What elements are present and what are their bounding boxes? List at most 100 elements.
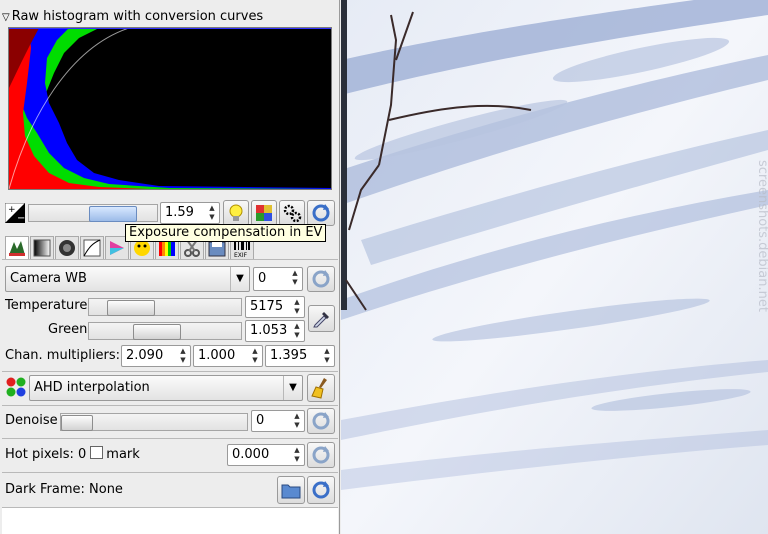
reset-hot-pixels-button[interactable] (307, 442, 335, 468)
smoothing-button[interactable] (307, 374, 335, 402)
spin-arrows-icon[interactable]: ▲ ▼ (292, 322, 302, 340)
temperature-spin[interactable]: 5175 ▲ ▼ (245, 296, 305, 318)
white-balance-icon (9, 241, 25, 256)
tab-lens[interactable] (55, 236, 79, 260)
temperature-label: Temperature (5, 298, 88, 313)
spin-arrows-icon[interactable]: ▲ ▼ (292, 412, 302, 430)
folder-icon (281, 484, 301, 499)
spin-arrows-icon[interactable]: ▲ ▼ (250, 347, 260, 365)
dark-frame-value: None (89, 482, 123, 497)
tab-grayscale[interactable] (30, 236, 54, 260)
interpolation-value: AHD interpolation (34, 380, 150, 395)
watermark-text: screenshots.debian.net (755, 160, 768, 312)
broom-icon (311, 378, 327, 399)
reset-exposure-button[interactable] (307, 200, 335, 226)
histogram-title: Raw histogram with conversion curves (11, 9, 264, 24)
lens-icon (59, 240, 75, 256)
temperature-value: 5175 (250, 299, 284, 314)
denoise-slider[interactable] (60, 413, 248, 431)
snow-photo: screenshots.debian.net (341, 0, 768, 534)
auto-exposure-button[interactable] (223, 200, 249, 226)
spin-arrows-icon[interactable]: ▲ ▼ (292, 298, 302, 316)
chan-b-spin[interactable]: 1.395 ▲ ▼ (265, 345, 335, 367)
dropdown-arrow-icon: ▼ (283, 376, 302, 400)
svg-text:−: − (17, 213, 25, 223)
load-dark-frame-button[interactable] (277, 476, 305, 504)
denoise-spin[interactable]: 0 ▲ ▼ (251, 410, 305, 432)
chan-g-value: 1.000 (198, 348, 236, 363)
spin-arrows-icon[interactable]: ▲ ▼ (292, 446, 302, 464)
color-grid-icon (256, 205, 272, 221)
refresh-icon (312, 446, 330, 464)
wb-preset-combo[interactable]: Camera WB ▼ (5, 266, 250, 292)
section-divider (2, 472, 338, 473)
spin-arrows-icon[interactable]: ▲ ▼ (207, 204, 217, 222)
green-spin[interactable]: 1.053 ▲ ▼ (245, 320, 305, 342)
svg-text:+: + (8, 205, 16, 215)
chan-g-spin[interactable]: 1.000 ▲ ▼ (193, 345, 263, 367)
mark-checkbox[interactable] (90, 446, 104, 459)
exposure-value: 1.59 (165, 205, 194, 220)
expander-triangle-icon: ▽ (2, 12, 10, 23)
exposure-icon: + − (4, 202, 26, 224)
gears-icon (283, 204, 302, 223)
dropdown-arrow-icon: ▼ (230, 267, 249, 291)
exposure-tooltip: Exposure compensation in EV (125, 224, 327, 242)
histogram-plot (9, 28, 331, 189)
green-slider[interactable] (88, 322, 242, 340)
hot-pixels-label: Hot pixels: 0 (5, 447, 87, 462)
spin-arrows-icon[interactable]: ▲ ▼ (178, 347, 188, 365)
dark-frame-label: Dark Frame: (5, 482, 85, 497)
spot-wb-button[interactable] (308, 305, 335, 332)
denoise-value: 0 (256, 413, 265, 428)
green-slider-knob[interactable] (133, 324, 181, 340)
refresh-icon (312, 412, 330, 430)
section-divider (2, 405, 338, 406)
refresh-icon (312, 204, 330, 222)
green-value: 1.053 (250, 323, 288, 338)
tab-base-curve[interactable] (80, 236, 104, 260)
exposure-slider[interactable] (28, 204, 158, 222)
dark-frame-row: Dark Frame: None (5, 480, 123, 500)
empty-area (2, 508, 338, 534)
spin-arrows-icon[interactable]: ▲ ▼ (290, 269, 300, 287)
control-panel: ▽ Raw histogram with conversion curves + −… (0, 0, 340, 534)
green-label: Green (48, 322, 88, 337)
denoise-slider-knob[interactable] (61, 415, 93, 431)
interpolation-combo[interactable]: AHD interpolation ▼ (29, 375, 303, 401)
reset-dark-frame-button[interactable] (307, 476, 335, 504)
hot-pixels-value: 0.000 (232, 447, 270, 462)
section-divider (2, 371, 338, 372)
tab-divider (2, 259, 338, 260)
denoise-label: Denoise (5, 413, 58, 428)
lightbulb-icon (229, 204, 243, 221)
histogram-expander[interactable]: ▽ Raw histogram with conversion curves (2, 8, 263, 26)
eyedropper-icon (313, 312, 329, 328)
restore-details-button[interactable] (251, 200, 277, 226)
clip-highlights-button[interactable] (279, 200, 305, 226)
grayscale-icon (33, 239, 51, 257)
chan-multipliers-label: Chan. multipliers: (5, 348, 120, 363)
wb-preset-value: Camera WB (10, 271, 87, 286)
wb-fine-tune-value: 0 (258, 271, 267, 286)
mark-label: mark (106, 447, 140, 462)
exposure-spin[interactable]: 1.59 ▲ ▼ (160, 202, 220, 224)
temperature-slider-knob[interactable] (107, 300, 155, 316)
image-preview[interactable]: screenshots.debian.net (341, 0, 768, 534)
refresh-icon (312, 270, 330, 288)
chan-r-spin[interactable]: 2.090 ▲ ▼ (121, 345, 191, 367)
chan-r-value: 2.090 (126, 348, 164, 363)
hot-pixels-spin[interactable]: 0.000 ▲ ▼ (227, 444, 305, 466)
wb-fine-tune-spin[interactable]: 0 ▲ ▼ (253, 267, 303, 291)
reset-wb-button[interactable] (307, 266, 335, 292)
hot-pixels-row: Hot pixels: 0 mark (5, 445, 140, 465)
refresh-icon (312, 481, 330, 499)
section-divider (2, 438, 338, 439)
svg-text:EXIF: EXIF (234, 252, 248, 259)
exposure-slider-knob[interactable] (89, 206, 137, 222)
spin-arrows-icon[interactable]: ▲ ▼ (322, 347, 332, 365)
tab-white-balance[interactable] (5, 236, 29, 260)
temperature-slider[interactable] (88, 298, 242, 316)
reset-denoise-button[interactable] (307, 408, 335, 434)
curve-icon (83, 239, 101, 257)
